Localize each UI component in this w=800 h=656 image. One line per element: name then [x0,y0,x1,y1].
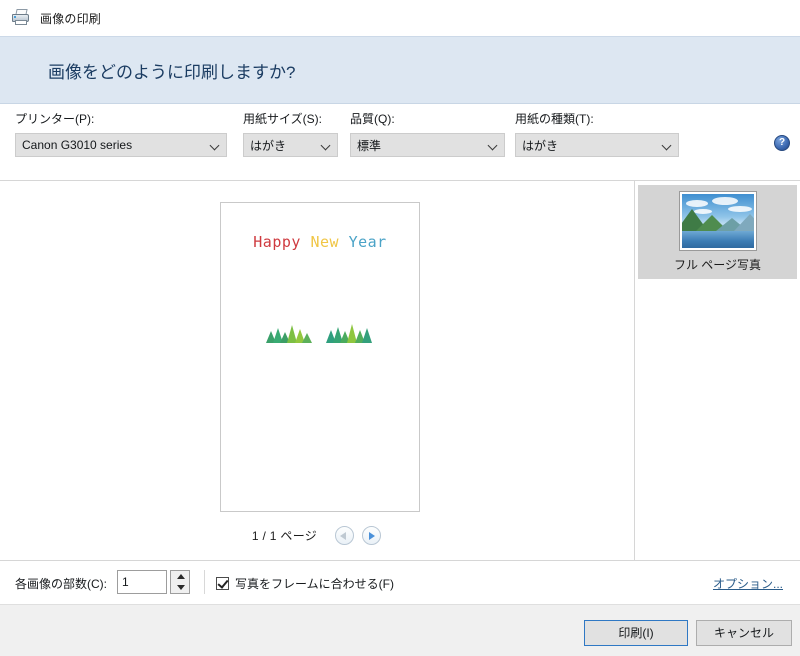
preview-greeting-text: Happy New Year [221,233,419,251]
grass-cluster-left [266,323,314,343]
paper-size-select-value: はがき [250,138,287,153]
stepper-down-icon[interactable] [171,582,189,593]
landscape-photo-icon [681,194,754,248]
triangle-right-icon [369,532,376,540]
page-nav-buttons [335,526,382,545]
printer-icon [11,9,31,27]
paper-size-select[interactable]: はがき [243,133,338,157]
previous-page-button[interactable] [335,526,355,545]
options-link[interactable]: オプション... [713,575,783,592]
water-area [681,231,754,248]
fit-frame-checkbox-group[interactable]: 写真をフレームに合わせる(F) [216,575,394,592]
layout-item-label: フル ページ写真 [673,258,762,272]
dialog-button-bar: 印刷(I) キャンセル [0,604,800,656]
paper-type-field: 用紙の種類(T): はがき [515,110,679,157]
next-page-button[interactable] [362,526,382,545]
paper-type-select[interactable]: はがき [515,133,679,157]
window-titlebar: 画像の印刷 [0,0,800,36]
paper-type-select-value: はがき [522,138,559,153]
window-title: 画像の印刷 [40,11,102,26]
header-banner: 画像をどのように印刷しますか? [0,36,800,104]
copies-input[interactable]: 1 [117,570,167,594]
copies-label: 各画像の部数(C): [15,577,107,591]
chevron-down-icon [658,134,678,156]
grass-cluster-right [326,323,374,343]
greeting-word-happy: Happy [253,233,301,251]
vertical-divider [204,570,205,594]
triangle-left-icon [340,532,347,540]
layout-item-full-page-photo[interactable]: フル ページ写真 [638,185,797,279]
chevron-down-icon [317,134,337,156]
paper-size-field: 用紙サイズ(S): はがき [243,110,338,157]
fit-frame-checkbox[interactable] [216,577,229,590]
main-area: Happy New Year 1 / 1 ページ フル ページ写真 [0,181,800,560]
layout-list-panel: フル ページ写真 [634,181,800,560]
layout-thumbnail [678,191,757,251]
stepper-up-icon[interactable] [171,571,189,582]
paper-type-label: 用紙の種類(T): [515,112,594,126]
preview-page[interactable]: Happy New Year [220,202,420,512]
printer-select[interactable]: Canon G3010 series [15,133,227,157]
copies-stepper[interactable] [170,570,190,594]
quality-label: 品質(Q): [350,112,395,126]
help-icon[interactable]: ? [774,135,790,151]
fit-frame-label: 写真をフレームに合わせる(F) [235,577,394,591]
printer-select-value: Canon G3010 series [22,138,133,152]
cancel-button[interactable]: キャンセル [696,620,792,646]
chevron-down-icon [484,134,504,156]
page-navigation: 1 / 1 ページ [0,526,633,545]
bottom-settings-bar: 各画像の部数(C): 1 写真をフレームに合わせる(F) オプション... [0,560,800,604]
printer-field: プリンター(P): Canon G3010 series [15,110,227,157]
greeting-word-year: Year [348,233,387,251]
print-options-bar: プリンター(P): Canon G3010 series 用紙サイズ(S): は… [0,104,800,178]
page-title: 画像をどのように印刷しますか? [48,62,296,82]
preview-grass-graphics [221,323,419,343]
page-indicator: 1 / 1 ページ [251,529,318,543]
print-button[interactable]: 印刷(I) [584,620,688,646]
quality-select[interactable]: 標準 [350,133,505,157]
greeting-word-new: New [310,233,340,251]
print-preview-area: Happy New Year 1 / 1 ページ [0,181,633,560]
printer-label: プリンター(P): [15,112,95,126]
quality-field: 品質(Q): 標準 [350,110,505,157]
chevron-down-icon [206,134,226,156]
paper-size-label: 用紙サイズ(S): [243,112,322,126]
quality-select-value: 標準 [357,138,382,153]
